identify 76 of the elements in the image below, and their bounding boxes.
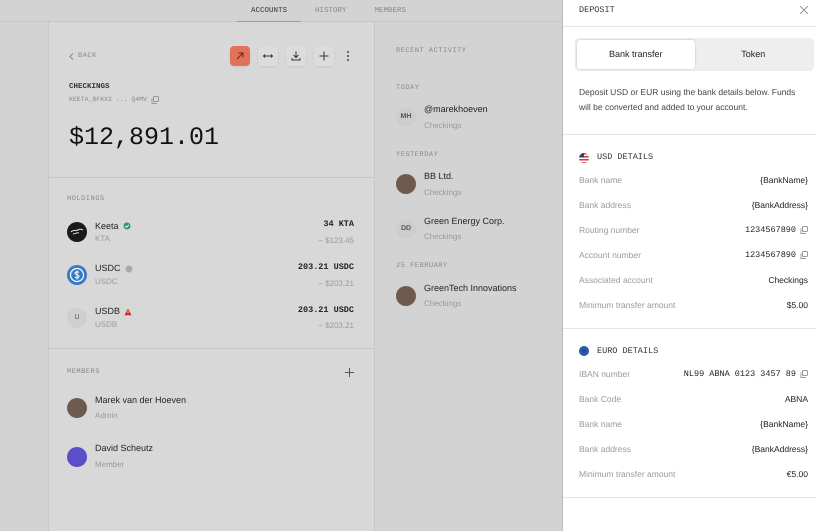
copy-icon[interactable] — [800, 370, 808, 378]
token-amount: 203.21 USDC — [298, 260, 354, 274]
token-name: USDC — [95, 262, 121, 276]
drawer-title: DEPOSIT — [579, 4, 615, 17]
add-icon[interactable] — [345, 368, 354, 377]
segment-tab[interactable]: Bank transfer — [577, 40, 694, 70]
send-button[interactable] — [230, 46, 250, 66]
activity-name: @marekhoeven — [424, 103, 488, 116]
copy-icon[interactable] — [800, 226, 808, 234]
eu-flag-icon — [579, 346, 589, 356]
member-role: Admin — [95, 410, 119, 422]
token-symbol: USDC — [95, 276, 119, 288]
detail-label: Account number — [579, 249, 641, 262]
activity-account: Checkings — [424, 120, 462, 132]
detail-label: Bank name — [579, 174, 622, 187]
token-name: USDB — [95, 305, 120, 318]
token-value: ~ $123.45 — [318, 234, 354, 247]
activity-account: Checkings — [424, 186, 462, 198]
add-button[interactable] — [314, 46, 334, 66]
segment-tab[interactable]: Token — [694, 40, 812, 70]
activity-account: Checkings — [424, 298, 462, 310]
avatar-placeholder — [396, 286, 416, 306]
detail-value: ABNA — [784, 392, 808, 406]
detail-label: Minimum transfer amount — [579, 299, 676, 312]
detail-label: Minimum transfer amount — [579, 468, 676, 480]
detail-value: {BankName} — [760, 174, 808, 187]
detail-value: {BankAddress} — [752, 442, 808, 456]
status-dot-icon — [124, 265, 133, 274]
activity-account: Checkings — [424, 231, 462, 243]
detail-label: Bank name — [579, 418, 622, 430]
member-role: Member — [95, 458, 126, 471]
token-logo — [67, 222, 87, 242]
avatar-placeholder — [67, 446, 87, 466]
deposit-description: Deposit USD or EUR using the bank details below. Funds will be converted and added to your account. — [579, 86, 796, 114]
copy-icon[interactable] — [800, 251, 808, 260]
section-heading: USD DETAILS — [597, 151, 654, 164]
warning-icon — [124, 308, 132, 316]
token-amount: 34 KTA — [322, 218, 354, 231]
detail-label: Associated account — [579, 274, 653, 287]
section-heading: EURO DETAILS — [597, 344, 658, 358]
detail-label: Bank address — [579, 199, 631, 212]
detail-label: Bank Code — [579, 392, 622, 406]
token-value: ~ $203.21 — [317, 320, 354, 332]
activity-name: Green Energy Corp. — [424, 214, 505, 228]
detail-value: NL99 ABNA 0123 3457 89 — [684, 368, 796, 380]
activity-name: BB Ltd. — [424, 170, 455, 183]
download-button[interactable] — [286, 46, 306, 66]
swap-button[interactable] — [258, 46, 278, 66]
detail-value: {BankAddress} — [752, 199, 808, 212]
close-icon[interactable] — [800, 6, 808, 14]
avatar-placeholder — [396, 174, 416, 194]
member-name: David Scheutz — [95, 442, 154, 456]
detail-value: 1234567890 — [744, 224, 796, 237]
detail-label: Routing number — [579, 224, 640, 237]
arrow-icon[interactable] — [234, 50, 246, 62]
account-balance: $12,891.01 — [69, 122, 220, 154]
detail-label: Bank address — [579, 442, 631, 456]
detail-value: 1234567890 — [744, 249, 796, 262]
plus-icon[interactable] — [318, 50, 330, 62]
token-name: Keeta — [95, 220, 119, 233]
token-amount: 203.21 USDC — [298, 304, 354, 316]
token-logo — [67, 265, 87, 286]
activity-name: GreenTech Innovations — [424, 282, 517, 294]
token-symbol: USDB — [95, 318, 118, 331]
avatar-placeholder — [67, 398, 87, 418]
token-symbol: KTA — [95, 233, 111, 246]
download-icon[interactable] — [290, 50, 302, 62]
detail-label: IBAN number — [579, 368, 630, 380]
us-flag-icon — [579, 152, 589, 162]
verified-icon — [122, 222, 131, 230]
detail-value: {BankName} — [760, 418, 808, 430]
detail-value: €5.00 — [786, 468, 808, 480]
member-name: Marek van der Hoeven — [95, 394, 186, 407]
detail-value: $5.00 — [786, 299, 808, 312]
detail-value: Checkings — [768, 274, 808, 287]
token-value: ~ $203.21 — [317, 278, 354, 290]
